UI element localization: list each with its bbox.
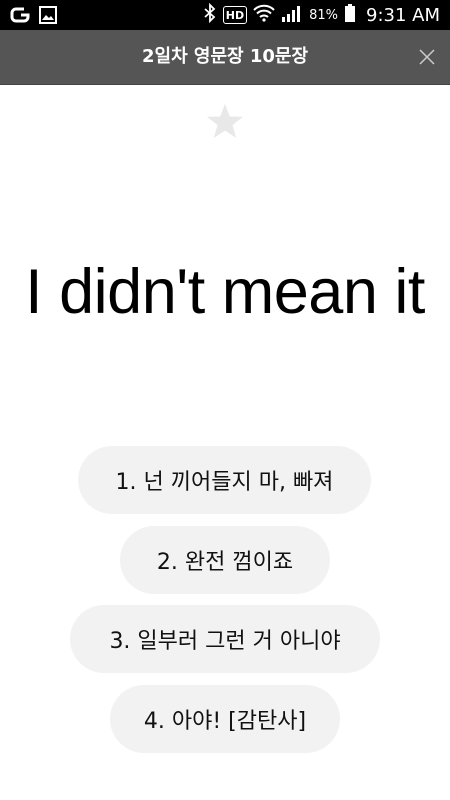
option-3-button[interactable]: 3. 일부러 그런 거 아니야 [70,605,380,673]
gallery-icon [38,5,58,29]
signal-icon [281,4,303,26]
status-bar: HD 81% 9:31 AM [0,0,450,30]
battery-percent: 81% [309,7,338,23]
bluetooth-icon [203,2,217,27]
star-icon[interactable] [205,102,245,142]
sentence-text: I didn't mean it [25,257,425,327]
option-label: 2. 완전 껌이죠 [156,550,294,575]
option-label: 4. 아야! [감탄사] [143,709,307,734]
page-title: 2일차 영문장 10문장 [141,46,309,67]
battery-icon [344,3,356,27]
close-icon [419,49,435,65]
option-label: 3. 일부러 그런 거 아니야 [109,629,341,654]
option-2-button[interactable]: 2. 완전 껌이죠 [120,526,330,594]
screen: HD 81% 9:31 AM 2일차 영문장 10문장 I didn't mea… [0,0,450,800]
wifi-icon [253,4,275,26]
header: 2일차 영문장 10문장 [0,30,450,85]
option-1-button[interactable]: 1. 넌 끼어들지 마, 빠져 [78,446,371,514]
close-button[interactable] [412,42,442,72]
clock: 9:31 AM [366,4,440,26]
status-right: HD 81% 9:31 AM [203,0,440,30]
option-label: 1. 넌 끼어들지 마, 빠져 [115,470,334,495]
status-left [10,5,58,29]
app-notification-icon [10,5,30,29]
option-4-button[interactable]: 4. 아야! [감탄사] [110,685,340,753]
hd-voice-icon: HD [222,6,248,24]
